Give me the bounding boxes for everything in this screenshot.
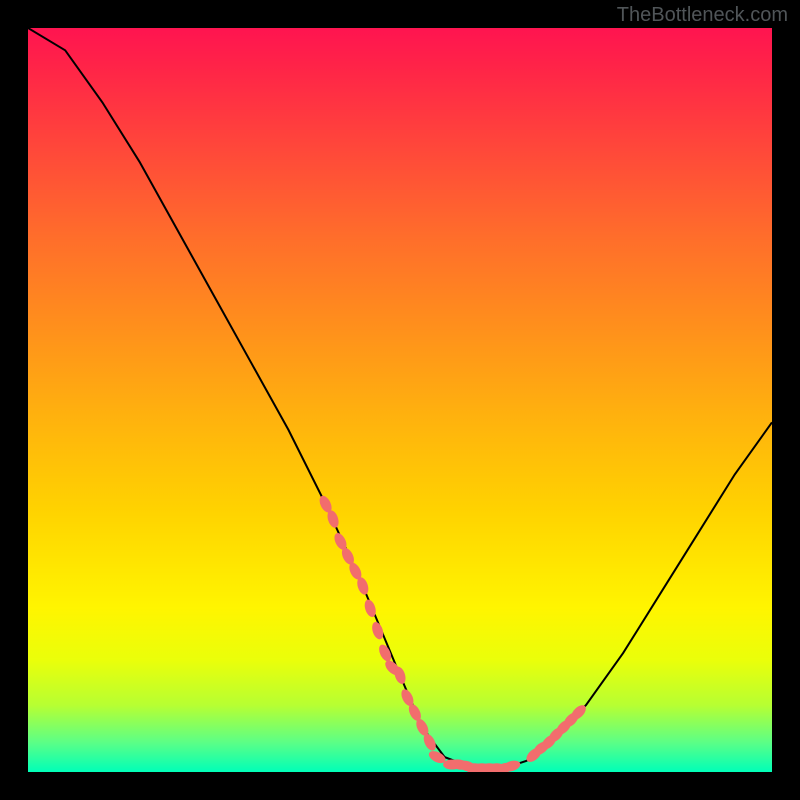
highlight-dots-middle (427, 749, 522, 772)
highlight-dots-right (524, 703, 589, 765)
chart-plot-area (28, 28, 772, 772)
attribution-text: TheBottleneck.com (617, 4, 788, 27)
chart-svg (28, 28, 772, 772)
bottleneck-curve (28, 28, 772, 768)
highlight-dots-left (317, 494, 438, 753)
